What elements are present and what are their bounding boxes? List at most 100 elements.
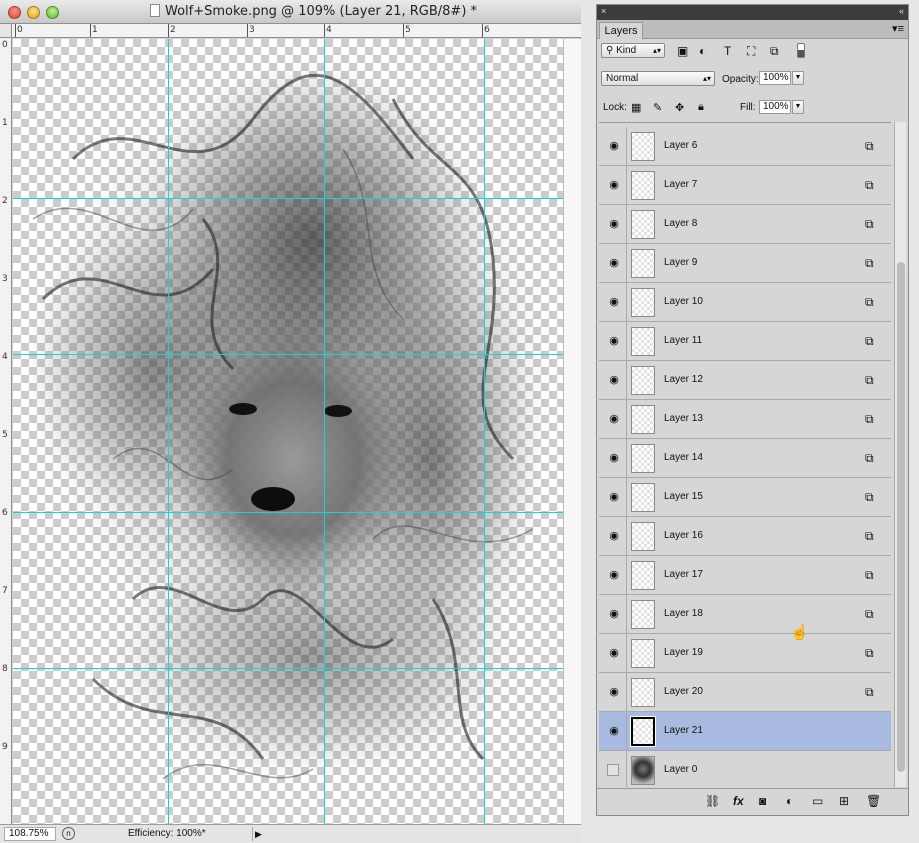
lock-position-icon[interactable]: ✥ bbox=[675, 101, 684, 114]
tab-layers[interactable]: Layers bbox=[599, 22, 643, 39]
layer-row[interactable]: ◉ Layer 15 ⧉ bbox=[599, 478, 891, 517]
layer-row[interactable]: ◉ Layer 10 ⧉ bbox=[599, 283, 891, 322]
lock-transparency-icon[interactable]: ▦ bbox=[631, 101, 641, 114]
layer-row[interactable]: ◉ Layer 8 ⧉ bbox=[599, 205, 891, 244]
collapse-panel-icon[interactable]: « bbox=[899, 6, 904, 16]
pixel-filter-icon[interactable]: ▣ bbox=[677, 45, 688, 57]
layer-name[interactable]: Layer 19 bbox=[664, 647, 703, 658]
guide-horizontal[interactable] bbox=[13, 198, 563, 199]
fill-dropdown-icon[interactable]: ▼ bbox=[792, 100, 804, 114]
visibility-eye-icon[interactable]: ◉ bbox=[607, 648, 621, 659]
vertical-ruler[interactable]: 0 1 2 3 4 5 6 7 8 9 bbox=[0, 38, 12, 824]
fill-field[interactable]: 100% bbox=[759, 100, 791, 114]
lock-image-pixels-icon[interactable]: ✎ bbox=[653, 101, 662, 114]
visibility-eye-icon[interactable]: ◉ bbox=[607, 492, 621, 503]
layer-thumbnail[interactable] bbox=[631, 444, 655, 473]
layer-name[interactable]: Layer 16 bbox=[664, 530, 703, 541]
layer-name[interactable]: Layer 11 bbox=[664, 335, 702, 346]
layers-scrollbar-thumb[interactable] bbox=[897, 262, 905, 772]
smart-object-filter-icon[interactable]: ⧉ bbox=[770, 45, 779, 57]
opacity-field[interactable]: 100% bbox=[759, 71, 791, 85]
opacity-dropdown-icon[interactable]: ▼ bbox=[792, 71, 804, 85]
layer-thumbnail[interactable] bbox=[631, 132, 655, 161]
layer-thumbnail[interactable] bbox=[631, 405, 655, 434]
guide-horizontal[interactable] bbox=[13, 668, 563, 669]
layer-row[interactable]: ◉ Layer 21 bbox=[599, 712, 891, 751]
layer-name[interactable]: Layer 9 bbox=[664, 257, 697, 268]
panel-header-bar[interactable]: × « bbox=[597, 5, 908, 20]
visibility-eye-icon[interactable]: ◉ bbox=[607, 336, 621, 347]
layer-name[interactable]: Layer 7 bbox=[664, 179, 697, 190]
visibility-toggle[interactable] bbox=[607, 764, 619, 776]
guide-horizontal[interactable] bbox=[13, 354, 563, 355]
canvas-scrollbar[interactable] bbox=[563, 39, 581, 824]
visibility-eye-icon[interactable]: ◉ bbox=[607, 609, 621, 620]
layer-row[interactable]: ◉ Layer 13 ⧉ bbox=[599, 400, 891, 439]
zoom-level-field[interactable]: 108.75% bbox=[4, 827, 56, 841]
guide-horizontal[interactable] bbox=[13, 512, 563, 513]
adjustment-filter-icon[interactable]: ◐ bbox=[699, 45, 706, 57]
horizontal-ruler[interactable]: 0 1 2 3 4 5 6 bbox=[12, 24, 581, 38]
layer-name[interactable]: Layer 6 bbox=[664, 140, 697, 151]
link-icon[interactable]: ⛓ bbox=[705, 794, 720, 808]
layer-thumbnail[interactable] bbox=[631, 639, 655, 668]
layer-name[interactable]: Layer 15 bbox=[664, 491, 703, 502]
layer-row[interactable]: ◉ Layer 18 ⧉ bbox=[599, 595, 891, 634]
shape-filter-icon[interactable]: ⛶ bbox=[747, 45, 755, 57]
folder-icon[interactable]: ▭ bbox=[812, 794, 823, 808]
guide-vertical[interactable] bbox=[324, 39, 325, 824]
blend-mode-select[interactable]: Normal ▴▾ bbox=[601, 71, 715, 86]
layer-row[interactable]: ◉ Layer 9 ⧉ bbox=[599, 244, 891, 283]
new-layer-icon[interactable]: ⊞ bbox=[839, 794, 849, 808]
layer-name[interactable]: Layer 8 bbox=[664, 218, 697, 229]
layer-thumbnail[interactable] bbox=[631, 288, 655, 317]
adjustment-icon[interactable]: ◐ bbox=[786, 794, 793, 808]
layer-row[interactable]: ◉ Layer 14 ⧉ bbox=[599, 439, 891, 478]
title-bar[interactable]: Wolf+Smoke.png @ 109% (Layer 21, RGB/8#)… bbox=[0, 0, 581, 24]
layer-row[interactable]: ◉ Layer 7 ⧉ bbox=[599, 166, 891, 205]
guide-vertical[interactable] bbox=[168, 39, 169, 824]
layer-row[interactable]: ◉ Layer 17 ⧉ bbox=[599, 556, 891, 595]
layer-name[interactable]: Layer 13 bbox=[664, 413, 703, 424]
layer-row[interactable]: ◉ Layer 20 ⧉ bbox=[599, 673, 891, 712]
layer-thumbnail[interactable] bbox=[631, 483, 655, 512]
lock-all-icon[interactable]: 🔒︎ bbox=[698, 101, 704, 114]
visibility-eye-icon[interactable]: ◉ bbox=[607, 375, 621, 386]
layers-scrollbar[interactable] bbox=[894, 122, 906, 787]
minimize-window-button[interactable] bbox=[27, 6, 40, 19]
trash-icon[interactable]: 🗑︎ bbox=[866, 794, 881, 808]
layer-thumbnail[interactable] bbox=[631, 522, 655, 551]
layer-row[interactable]: Layer 0 bbox=[599, 751, 891, 787]
layer-name[interactable]: Layer 21 bbox=[664, 725, 703, 736]
visibility-eye-icon[interactable]: ◉ bbox=[607, 453, 621, 464]
layer-thumbnail[interactable] bbox=[631, 327, 655, 356]
visibility-eye-icon[interactable]: ◉ bbox=[607, 570, 621, 581]
mask-icon[interactable]: ◙ bbox=[759, 794, 766, 808]
visibility-eye-icon[interactable]: ◉ bbox=[607, 297, 621, 308]
layer-name[interactable]: Layer 14 bbox=[664, 452, 703, 463]
layer-row[interactable]: ◉ Layer 16 ⧉ bbox=[599, 517, 891, 556]
layer-name[interactable]: Layer 17 bbox=[664, 569, 703, 580]
layer-thumbnail[interactable] bbox=[631, 171, 655, 200]
layer-name[interactable]: Layer 12 bbox=[664, 374, 703, 385]
close-window-button[interactable] bbox=[8, 6, 21, 19]
type-filter-icon[interactable]: T bbox=[724, 45, 731, 57]
layer-name[interactable]: Layer 18 bbox=[664, 608, 703, 619]
status-menu-arrow-icon[interactable]: ▶ bbox=[252, 827, 264, 841]
layer-thumbnail[interactable] bbox=[631, 561, 655, 590]
layer-row[interactable]: ◉ Layer 19 ⧉ bbox=[599, 634, 891, 673]
layer-name[interactable]: Layer 10 bbox=[664, 296, 703, 307]
zoom-window-button[interactable] bbox=[46, 6, 59, 19]
visibility-eye-icon[interactable]: ◉ bbox=[607, 414, 621, 425]
layer-thumbnail[interactable] bbox=[631, 756, 655, 785]
layer-thumbnail[interactable] bbox=[630, 716, 656, 747]
layer-thumbnail[interactable] bbox=[631, 678, 655, 707]
layer-thumbnail[interactable] bbox=[631, 600, 655, 629]
layer-row[interactable]: ◉ Layer 11 ⧉ bbox=[599, 322, 891, 361]
fx-icon[interactable]: fx bbox=[733, 794, 744, 808]
visibility-eye-icon[interactable]: ◉ bbox=[607, 531, 621, 542]
guide-vertical[interactable] bbox=[484, 39, 485, 824]
panel-close-icon[interactable]: × bbox=[601, 6, 606, 16]
layer-name[interactable]: Layer 20 bbox=[664, 686, 703, 697]
layer-thumbnail[interactable] bbox=[631, 249, 655, 278]
